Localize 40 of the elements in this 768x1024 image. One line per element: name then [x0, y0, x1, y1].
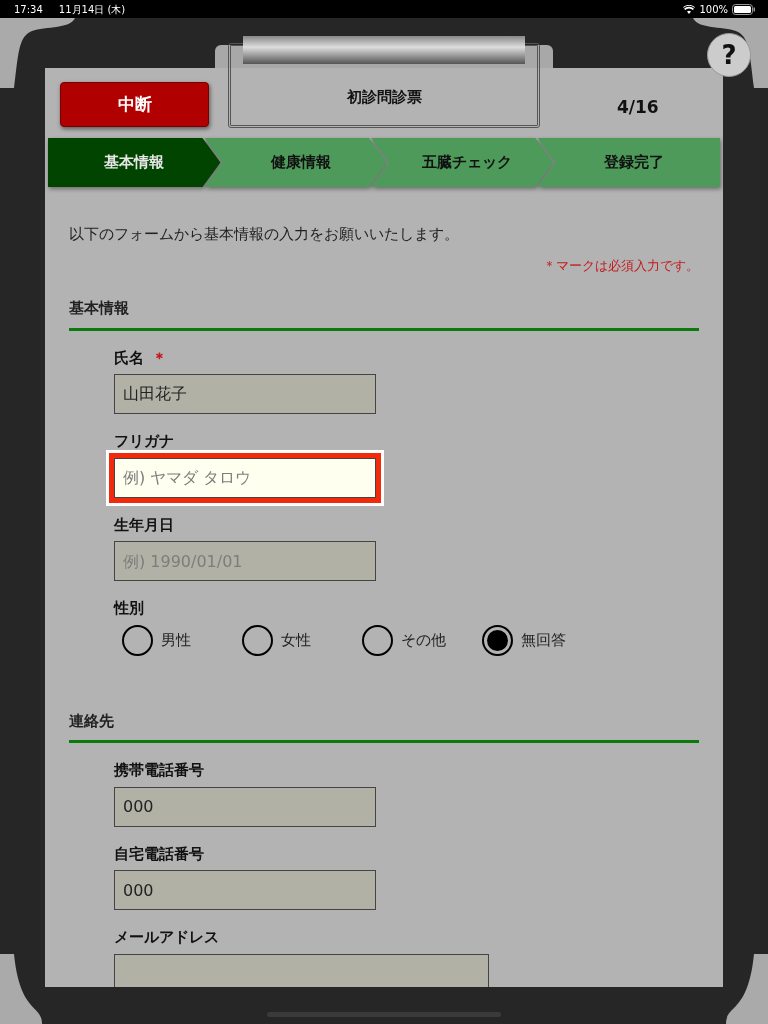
field-label: 自宅電話番号: [114, 844, 204, 863]
section-heading: 基本情報: [69, 297, 699, 331]
field-label: 氏名: [114, 348, 144, 367]
required-note: マークは必須入力です。: [556, 257, 699, 273]
battery-icon: [732, 3, 756, 15]
help-button[interactable]: ?: [707, 33, 751, 77]
input-field[interactable]: 000: [114, 870, 376, 910]
section-heading: 連絡先: [69, 709, 699, 743]
radio-label: 無回答: [521, 629, 566, 651]
email-field[interactable]: [114, 953, 489, 987]
field-label: 性別: [114, 599, 144, 617]
battery-percent: 100%: [699, 2, 728, 17]
input-field[interactable]: 山田花子: [114, 374, 376, 414]
field-label: 携帯電話番号: [114, 761, 204, 779]
step-tab[interactable]: 登録完了: [537, 138, 720, 187]
form-title: 初診問診票: [345, 87, 423, 108]
wifi-icon: [683, 4, 696, 14]
input-field[interactable]: 000: [114, 786, 376, 827]
step-tab[interactable]: 健康情報: [204, 138, 387, 187]
field-label: メールアドレス: [114, 928, 219, 946]
radio-label: 男性: [161, 629, 191, 651]
radio-button[interactable]: [482, 624, 513, 656]
required-mark: ＊: [543, 257, 556, 273]
radio-label: その他: [401, 629, 446, 651]
page-counter: 4/16: [617, 96, 659, 119]
radio-label: 女性: [281, 629, 311, 651]
radio-button[interactable]: [242, 624, 273, 656]
status-date: 11月14日 (木): [58, 2, 126, 17]
intro-text: 以下のフォームから基本情報の入力をお願いいたします。: [69, 224, 460, 245]
radio-button[interactable]: [122, 624, 153, 656]
stop-button[interactable]: 中断: [60, 82, 209, 127]
radio-button[interactable]: [362, 624, 393, 656]
required-mark: ＊: [152, 348, 167, 367]
corner-guard: [726, 954, 768, 1024]
status-time: 17:34: [14, 2, 43, 17]
field-label: フリガナ: [114, 432, 174, 450]
step-tab[interactable]: 五臓チェック: [371, 138, 554, 187]
step-tab[interactable]: 基本情報: [48, 138, 221, 187]
field-label: 生年月日: [114, 515, 174, 534]
corner-guard: [0, 954, 42, 1024]
